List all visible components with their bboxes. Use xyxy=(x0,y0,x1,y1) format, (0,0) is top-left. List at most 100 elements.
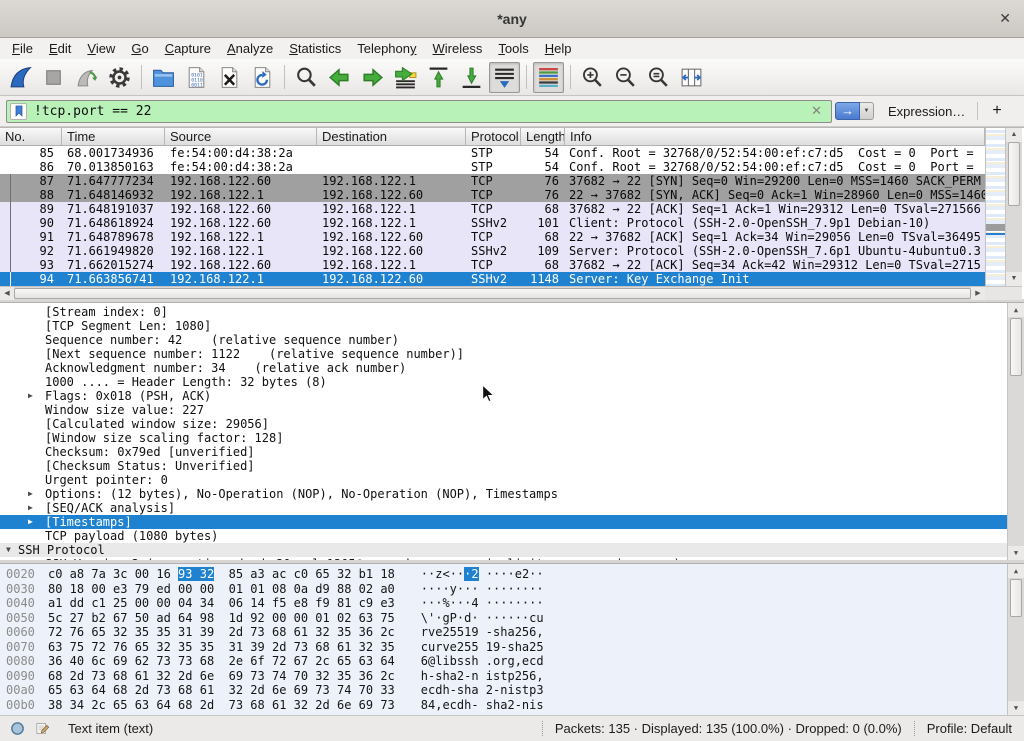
packet-row-90[interactable]: 9071.648618924192.168.122.60192.168.122.… xyxy=(0,216,985,230)
detail-line[interactable]: ▶[SEQ/ACK analysis] xyxy=(0,501,1024,515)
expand-arrow-icon[interactable]: ▶ xyxy=(28,501,40,515)
menu-item-wireless[interactable]: Wireless xyxy=(425,39,491,58)
hex-row-00a0[interactable]: 00a065 63 64 68 2d 73 68 61 32 2d 6e 69 … xyxy=(0,683,1024,698)
hex-row-0060[interactable]: 006072 76 65 32 35 35 31 39 2d 73 68 61 … xyxy=(0,625,1024,640)
auto-scroll-button[interactable] xyxy=(489,62,520,93)
packet-list-hscrollbar[interactable]: ◀ ▶ xyxy=(0,286,985,300)
display-filter-input[interactable]: !tcp.port == 22 ✕ xyxy=(6,100,832,123)
go-first-packet-button[interactable] xyxy=(423,62,454,93)
expand-arrow-icon[interactable]: ▶ xyxy=(28,515,40,529)
scroll-up-arrow-icon[interactable]: ▲ xyxy=(1006,128,1022,142)
scroll-down-arrow-icon[interactable]: ▼ xyxy=(1008,546,1024,560)
detail-line[interactable]: ▶[Timestamps] xyxy=(0,515,1024,529)
menu-item-analyze[interactable]: Analyze xyxy=(219,39,281,58)
packet-row-92[interactable]: 9271.661949820192.168.122.1192.168.122.6… xyxy=(0,244,985,258)
details-vscrollbar[interactable]: ▲ ▼ xyxy=(1007,303,1024,560)
hscrollbar-thumb[interactable] xyxy=(14,288,971,299)
close-file-button[interactable] xyxy=(214,62,245,93)
go-last-packet-button[interactable] xyxy=(456,62,487,93)
detail-line[interactable]: [Window size scaling factor: 128] xyxy=(0,431,1024,445)
stop-capture-button[interactable] xyxy=(38,62,69,93)
vscrollbar-thumb[interactable] xyxy=(1010,579,1022,617)
hex-row-0090[interactable]: 009068 2d 73 68 61 32 2d 6e 69 73 74 70 … xyxy=(0,669,1024,684)
menu-item-edit[interactable]: Edit xyxy=(41,39,79,58)
menu-item-capture[interactable]: Capture xyxy=(157,39,219,58)
find-packet-button[interactable] xyxy=(291,62,322,93)
filter-bookmark-button[interactable] xyxy=(10,103,27,120)
filter-apply-button[interactable]: → xyxy=(835,102,860,120)
packet-row-85[interactable]: 8568.001734936fe:54:00:d4:38:2aSTP54Conf… xyxy=(0,146,985,160)
detail-line[interactable]: TCP payload (1080 bytes) xyxy=(0,529,1024,543)
menu-item-file[interactable]: File xyxy=(4,39,41,58)
resize-columns-button[interactable] xyxy=(676,62,707,93)
collapse-arrow-icon[interactable]: ▼ xyxy=(6,543,18,557)
packet-row-89[interactable]: 8971.648191037192.168.122.60192.168.122.… xyxy=(0,202,985,216)
scroll-left-arrow-icon[interactable]: ◀ xyxy=(0,287,14,300)
detail-line[interactable]: [Next sequence number: 1122 (relative se… xyxy=(0,347,1024,361)
title-bar[interactable]: *any ✕ xyxy=(0,0,1024,38)
detail-line[interactable]: 1000 .... = Header Length: 32 bytes (8) xyxy=(0,375,1024,389)
start-capture-button[interactable] xyxy=(5,62,36,93)
menu-item-tools[interactable]: Tools xyxy=(490,39,536,58)
detail-line[interactable]: Urgent pointer: 0 xyxy=(0,473,1024,487)
detail-line[interactable]: ▶Options: (12 bytes), No-Operation (NOP)… xyxy=(0,487,1024,501)
packet-list-minimap[interactable] xyxy=(985,128,1005,286)
filter-clear-button[interactable]: ✕ xyxy=(811,103,822,119)
detail-line[interactable]: ▶SSH Version 2 (encryption:chacha20-poly… xyxy=(0,557,1024,560)
column-header-source[interactable]: Source xyxy=(165,128,317,145)
go-to-packet-button[interactable] xyxy=(390,62,421,93)
profile-status[interactable]: Profile: Default xyxy=(927,721,1012,736)
menu-item-go[interactable]: Go xyxy=(123,39,156,58)
hex-row-0020[interactable]: 0020c0 a8 7a 3c 00 16 93 32 85 a3 ac c0 … xyxy=(0,567,1024,582)
detail-line[interactable]: Window size value: 227 xyxy=(0,403,1024,417)
detail-line[interactable]: Acknowledgment number: 34 (relative ack … xyxy=(0,361,1024,375)
reload-file-button[interactable] xyxy=(247,62,278,93)
detail-line[interactable]: [Checksum Status: Unverified] xyxy=(0,459,1024,473)
menu-item-view[interactable]: View xyxy=(79,39,123,58)
menu-item-telephony[interactable]: Telephony xyxy=(349,39,424,58)
packet-row-86[interactable]: 8670.013850163fe:54:00:d4:38:2aSTP54Conf… xyxy=(0,160,985,174)
detail-line[interactable]: [Stream index: 0] xyxy=(0,305,1024,319)
open-file-button[interactable] xyxy=(148,62,179,93)
expert-info-icon[interactable] xyxy=(10,721,25,736)
hex-row-0080[interactable]: 008036 40 6c 69 62 73 73 68 2e 6f 72 67 … xyxy=(0,654,1024,669)
hex-row-0050[interactable]: 00505c 27 b2 67 50 ad 64 98 1d 92 00 00 … xyxy=(0,611,1024,626)
zoom-in-button[interactable] xyxy=(577,62,608,93)
packet-row-91[interactable]: 9171.648789678192.168.122.1192.168.122.6… xyxy=(0,230,985,244)
column-header-info[interactable]: Info xyxy=(565,128,985,145)
detail-line[interactable]: Sequence number: 42 (relative sequence n… xyxy=(0,333,1024,347)
hex-row-0030[interactable]: 003080 18 00 e3 79 ed 00 00 01 01 08 0a … xyxy=(0,582,1024,597)
packet-list-vscrollbar[interactable]: ▲ ▼ xyxy=(1005,128,1022,286)
hex-row-00b0[interactable]: 00b038 34 2c 65 63 64 68 2d 73 68 61 32 … xyxy=(0,698,1024,713)
detail-line[interactable]: Checksum: 0x79ed [unverified] xyxy=(0,445,1024,459)
restart-capture-button[interactable] xyxy=(71,62,102,93)
column-header-protocol[interactable]: Protocol xyxy=(466,128,521,145)
bytes-vscrollbar[interactable]: ▲ ▼ xyxy=(1007,564,1024,715)
vscrollbar-thumb[interactable] xyxy=(1010,318,1022,376)
add-filter-button[interactable]: + xyxy=(992,102,1001,120)
packet-row-88[interactable]: 8871.648146932192.168.122.1192.168.122.6… xyxy=(0,188,985,202)
annotation-pencil-icon[interactable] xyxy=(35,721,50,736)
save-file-button[interactable]: 010101100011 xyxy=(181,62,212,93)
expand-arrow-icon[interactable]: ▶ xyxy=(28,557,40,560)
colorize-packets-button[interactable] xyxy=(533,62,564,93)
column-header-destination[interactable]: Destination xyxy=(317,128,466,145)
packet-row-94[interactable]: 9471.663856741192.168.122.1192.168.122.6… xyxy=(0,272,985,286)
expand-arrow-icon[interactable]: ▶ xyxy=(28,487,40,501)
detail-line[interactable]: ▼SSH Protocol xyxy=(0,543,1024,557)
filter-history-dropdown[interactable]: ▼ xyxy=(860,102,874,120)
expand-arrow-icon[interactable]: ▶ xyxy=(28,389,40,403)
scroll-down-arrow-icon[interactable]: ▼ xyxy=(1006,272,1022,286)
scroll-down-arrow-icon[interactable]: ▼ xyxy=(1008,701,1024,715)
vscrollbar-thumb[interactable] xyxy=(1008,142,1020,206)
menu-item-statistics[interactable]: Statistics xyxy=(281,39,349,58)
detail-line[interactable]: [Calculated window size: 29056] xyxy=(0,417,1024,431)
detail-line[interactable]: ▶Flags: 0x018 (PSH, ACK) xyxy=(0,389,1024,403)
hex-row-0040[interactable]: 0040a1 dd c1 25 00 00 04 34 06 14 f5 e8 … xyxy=(0,596,1024,611)
capture-options-button[interactable] xyxy=(104,62,135,93)
menu-item-help[interactable]: Help xyxy=(537,39,580,58)
detail-line[interactable]: [TCP Segment Len: 1080] xyxy=(0,319,1024,333)
go-forward-button[interactable] xyxy=(357,62,388,93)
scroll-up-arrow-icon[interactable]: ▲ xyxy=(1008,303,1024,317)
scroll-up-arrow-icon[interactable]: ▲ xyxy=(1008,564,1024,578)
